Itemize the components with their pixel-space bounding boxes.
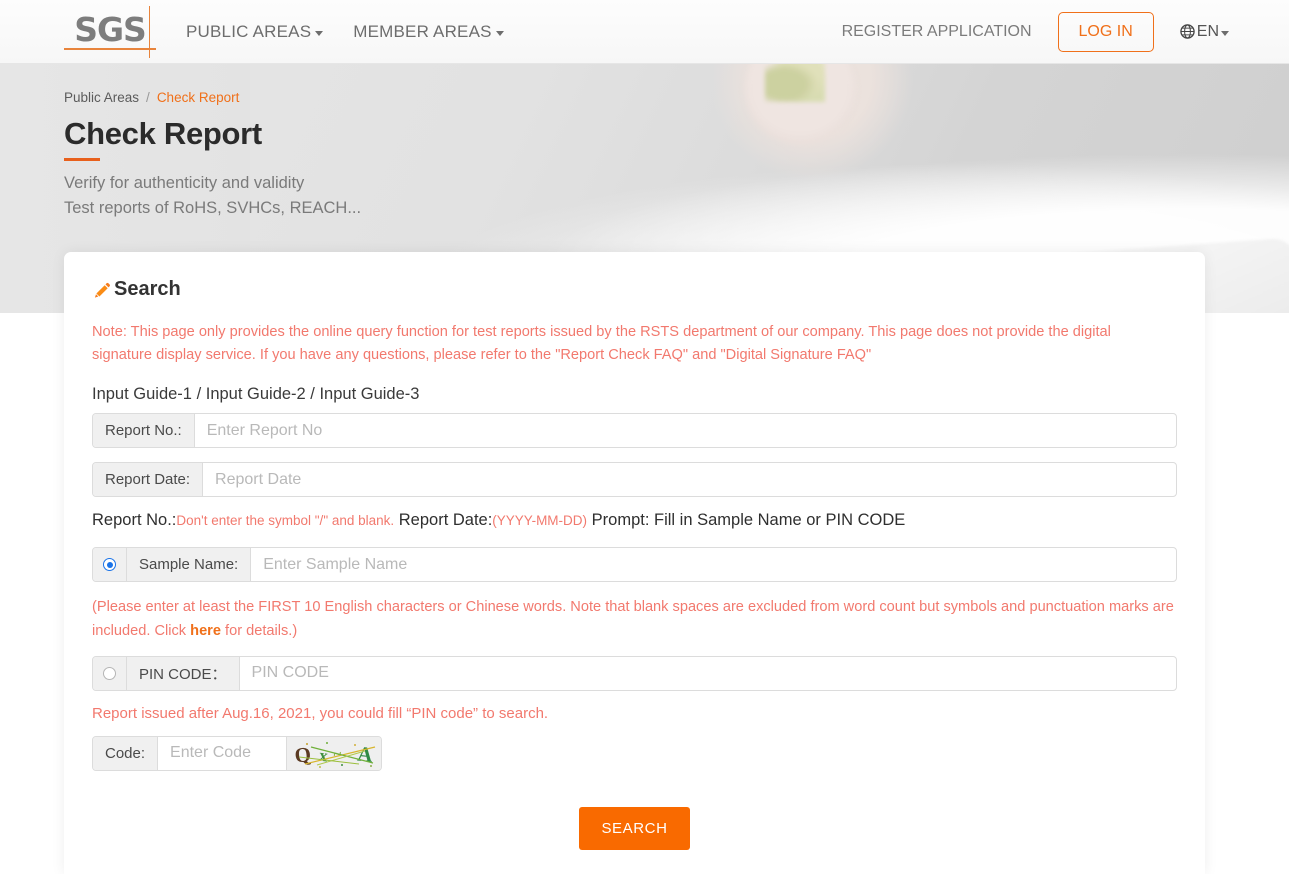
pin-code-hint: Report issued after Aug.16, 2021, you co…: [92, 704, 549, 722]
sample-name-hint-text-after: for details.): [220, 622, 298, 639]
report-date-input-group: Report Date:: [92, 462, 1177, 498]
top-navigation-bar: SGS PUBLIC AREAS MEMBER AREAS REGISTER A…: [0, 0, 1289, 64]
search-button[interactable]: SEARCH: [579, 806, 690, 850]
hero-content: Public Areas / Check Report Check Report…: [64, 90, 361, 221]
prompt-fill-hint: Prompt: Fill in Sample Name or PIN CODE: [591, 511, 906, 530]
logo-text: SGS: [74, 10, 147, 49]
breadcrumb-item-check-report[interactable]: Check Report: [157, 90, 240, 105]
login-button[interactable]: LOG IN: [1057, 11, 1154, 52]
sample-name-radio[interactable]: [103, 558, 116, 572]
sample-name-hint-link[interactable]: here: [190, 623, 221, 639]
captcha-input-group: Code: Q x ~ A: [92, 735, 382, 771]
report-no-input[interactable]: [194, 414, 1176, 448]
sample-name-row: Sample Name:: [92, 547, 1177, 583]
pin-code-radio-cell[interactable]: [93, 656, 127, 690]
captcha-image[interactable]: Q x ~ A: [286, 736, 381, 770]
search-button-wrapper: SEARCH: [92, 785, 1177, 874]
page-subtitle: Verify for authenticity and validity Tes…: [64, 171, 361, 221]
breadcrumb-item-public-areas[interactable]: Public Areas: [64, 90, 139, 105]
sample-name-hint: (Please enter at least the FIRST 10 Engl…: [92, 596, 1177, 643]
prompt-report-date-format: (YYYY-MM-DD): [492, 513, 588, 529]
hero-plant-leaves: [765, 64, 825, 102]
search-card-title-label: Search: [114, 278, 181, 300]
secondary-nav: REGISTER APPLICATION LOG IN EN: [842, 11, 1229, 52]
title-underline: [64, 158, 100, 162]
code-label: Code:: [93, 736, 159, 770]
prompt-report-date-label: Report Date:: [398, 511, 493, 530]
chevron-down-icon: [315, 30, 324, 36]
report-no-input-group: Report No.:: [92, 413, 1177, 449]
prompt-report-no-label: Report No.:: [92, 511, 177, 530]
nav-item-public-areas[interactable]: PUBLIC AREAS: [186, 21, 324, 42]
primary-nav: PUBLIC AREAS MEMBER AREAS: [186, 22, 504, 42]
pencil-icon: [92, 280, 112, 300]
page-title: Check Report: [64, 116, 262, 151]
sample-name-radio-cell[interactable]: [93, 548, 127, 582]
pin-code-radio[interactable]: [103, 666, 116, 680]
report-date-label: Report Date:: [93, 463, 204, 497]
logo-vertical-line: [149, 5, 150, 58]
sample-name-label: Sample Name:: [127, 548, 252, 582]
pin-code-input[interactable]: [239, 656, 1176, 690]
language-selector[interactable]: EN: [1180, 23, 1229, 41]
svg-text:Q: Q: [293, 742, 312, 768]
page-subtitle-line-2: Test reports of RoHS, SVHCs, REACH...: [64, 198, 362, 217]
page-note: Note: This page only provides the online…: [92, 324, 1111, 363]
prompt-report-no-hint: Don't enter the symbol "/" and blank.: [176, 513, 395, 529]
breadcrumb: Public Areas / Check Report: [64, 90, 361, 105]
sample-name-input[interactable]: [251, 548, 1176, 582]
captcha-row: Code: Q x ~ A: [92, 735, 1177, 771]
pin-code-input-group: PIN CODE：: [92, 655, 1177, 691]
search-card: Search Note: This page only provides the…: [64, 252, 1205, 874]
captcha-input[interactable]: [158, 736, 287, 770]
language-label: EN: [1196, 22, 1219, 40]
sgs-logo[interactable]: SGS: [64, 5, 164, 58]
sample-name-input-group: Sample Name:: [92, 547, 1177, 583]
search-card-title: Search: [92, 278, 1177, 301]
report-no-row: Report No.:: [92, 413, 1177, 449]
breadcrumb-separator: /: [146, 90, 150, 105]
page-subtitle-line-1: Verify for authenticity and validity: [64, 174, 305, 193]
nav-item-member-areas[interactable]: MEMBER AREAS: [353, 21, 504, 42]
pin-code-row: PIN CODE：: [92, 655, 1177, 691]
report-no-label: Report No.:: [93, 414, 195, 448]
register-application-link[interactable]: REGISTER APPLICATION: [842, 23, 1032, 41]
input-prompt: Report No.:Don't enter the symbol "/" an…: [92, 511, 1177, 530]
report-date-input[interactable]: [203, 463, 1176, 497]
input-guide-label: Input Guide-1 / Input Guide-2 / Input Gu…: [92, 385, 420, 404]
globe-icon: [1180, 24, 1195, 39]
chevron-down-icon: [1221, 30, 1229, 36]
report-date-row: Report Date:: [92, 462, 1177, 498]
pin-code-label: PIN CODE：: [127, 656, 240, 690]
nav-item-label: MEMBER AREAS: [353, 21, 492, 41]
chevron-down-icon: [495, 30, 504, 36]
nav-item-label: PUBLIC AREAS: [186, 21, 312, 41]
